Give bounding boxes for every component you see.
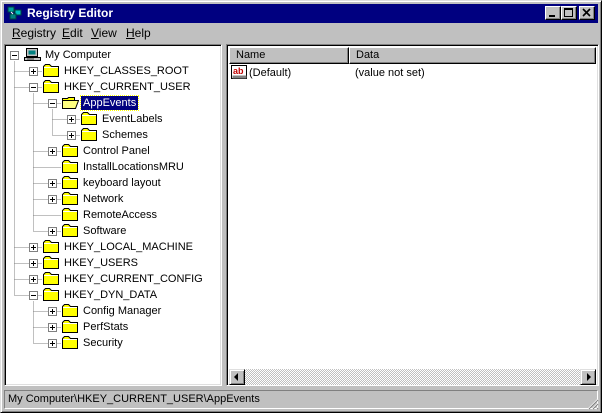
expand-toggle-icon[interactable] (48, 227, 57, 236)
scroll-left-button[interactable] (229, 369, 245, 385)
maximize-button[interactable] (561, 6, 577, 20)
menu-help[interactable]: Help (126, 26, 151, 40)
title-bar[interactable]: Registry Editor (4, 4, 598, 23)
expand-toggle-icon[interactable] (48, 179, 57, 188)
folder-icon (62, 336, 79, 353)
tree-node-label: HKEY_CURRENT_USER (64, 81, 191, 93)
expand-toggle-icon[interactable] (67, 131, 76, 140)
arrow-left-icon (234, 373, 238, 381)
expand-toggle-icon[interactable] (29, 67, 38, 76)
tree-node-label: HKEY_CLASSES_ROOT (64, 65, 189, 77)
key-tree[interactable]: My Computer HKEY_CLASSES_ROOT HKEY_CURRENT… (4, 44, 222, 386)
folder-icon (62, 160, 79, 177)
collapse-toggle-icon[interactable] (29, 83, 38, 92)
close-icon (582, 8, 591, 17)
folder-icon (43, 240, 60, 257)
menu-registry[interactable]: Registry (12, 26, 56, 40)
status-path: My Computer\HKEY_CURRENT_USER\AppEvents (8, 393, 260, 405)
tree-node-label: AppEvents (79, 95, 140, 111)
folder-icon (62, 144, 79, 161)
collapse-toggle-icon[interactable] (48, 99, 57, 108)
minimize-button[interactable] (545, 6, 561, 20)
arrow-right-icon (587, 373, 591, 381)
column-header-name[interactable]: Name (229, 47, 349, 64)
menu-view-mnemonic: V (91, 26, 99, 40)
expand-toggle-icon[interactable] (29, 275, 38, 284)
folder-icon (62, 176, 79, 193)
computer-icon (24, 48, 42, 66)
tree-node-label: Schemes (102, 129, 148, 141)
folder-icon (81, 128, 98, 145)
menu-view[interactable]: View (91, 26, 117, 40)
scroll-right-button[interactable] (580, 369, 596, 385)
tree-node-label: HKEY_USERS (64, 257, 138, 269)
horizontal-scrollbar[interactable] (229, 369, 596, 385)
menu-registry-mnemonic: R (12, 26, 21, 40)
menu-help-label: elp (134, 26, 151, 40)
expand-toggle-icon[interactable] (29, 259, 38, 268)
value-list[interactable]: Name Data ab (Default) (value not set) (226, 44, 599, 386)
tree-node-label: HKEY_LOCAL_MACHINE (64, 241, 193, 253)
tree-node-label: InstallLocationsMRU (83, 161, 184, 173)
expand-toggle-icon[interactable] (48, 339, 57, 348)
folder-icon (43, 288, 60, 305)
collapse-toggle-icon[interactable] (29, 291, 38, 300)
tree-node-label: PerfStats (83, 321, 129, 333)
expand-toggle-icon[interactable] (48, 195, 57, 204)
expand-toggle-icon[interactable] (48, 323, 57, 332)
folder-icon (62, 208, 79, 225)
menu-bar: Registry Edit View Help (4, 24, 598, 42)
svg-text:ab: ab (233, 66, 244, 76)
folder-icon (81, 112, 98, 129)
tree-node-label: keyboard layout (83, 177, 161, 189)
folder-icon (43, 80, 60, 97)
value-data: (value not set) (355, 67, 425, 79)
registry-editor-window: Registry Editor Registry Edit View Help … (0, 0, 602, 413)
folder-icon (43, 272, 60, 289)
tree-node-label: Network (83, 193, 124, 205)
resize-grip-icon[interactable] (587, 398, 599, 410)
collapse-toggle-icon[interactable] (10, 51, 19, 60)
folder-icon (62, 304, 79, 321)
expand-toggle-icon[interactable] (48, 147, 57, 156)
registry-editor-icon (7, 6, 22, 20)
maximize-icon (564, 8, 573, 17)
open-folder-icon (62, 96, 80, 113)
tree-node-label: My Computer (45, 49, 112, 61)
tree-node-label: Config Manager (83, 305, 162, 317)
close-button[interactable] (579, 6, 595, 20)
expand-toggle-icon[interactable] (29, 243, 38, 252)
string-value-icon: ab (231, 65, 247, 79)
folder-icon (43, 64, 60, 81)
expand-toggle-icon[interactable] (48, 307, 57, 316)
value-row[interactable]: ab (Default) (value not set) (229, 65, 589, 81)
tree-node-label: HKEY_CURRENT_CONFIG (64, 273, 203, 285)
tree-node-label: Security (83, 337, 123, 349)
menu-help-mnemonic: H (126, 26, 135, 40)
tree-node-label: EventLabels (102, 113, 163, 125)
expand-toggle-icon[interactable] (67, 115, 76, 124)
status-bar: My Computer\HKEY_CURRENT_USER\AppEvents (4, 390, 598, 409)
menu-edit[interactable]: Edit (62, 26, 83, 40)
folder-icon (62, 224, 79, 241)
tree-node-label: Software (83, 225, 127, 237)
menu-edit-mnemonic: E (62, 26, 71, 40)
folder-icon (43, 256, 60, 273)
folder-icon (62, 320, 79, 337)
folder-icon (62, 192, 79, 209)
menu-registry-label: egistry (20, 26, 57, 40)
window-title: Registry Editor (27, 6, 114, 20)
minimize-icon (549, 15, 555, 17)
tree-node-label: Control Panel (83, 145, 150, 157)
tree-node-label: RemoteAccess (83, 209, 157, 221)
menu-view-label: iew (98, 26, 117, 40)
value-name: (Default) (249, 67, 292, 79)
menu-edit-label: dit (70, 26, 83, 40)
tree-node-label: HKEY_DYN_DATA (64, 289, 158, 301)
column-header-data[interactable]: Data (349, 47, 596, 64)
